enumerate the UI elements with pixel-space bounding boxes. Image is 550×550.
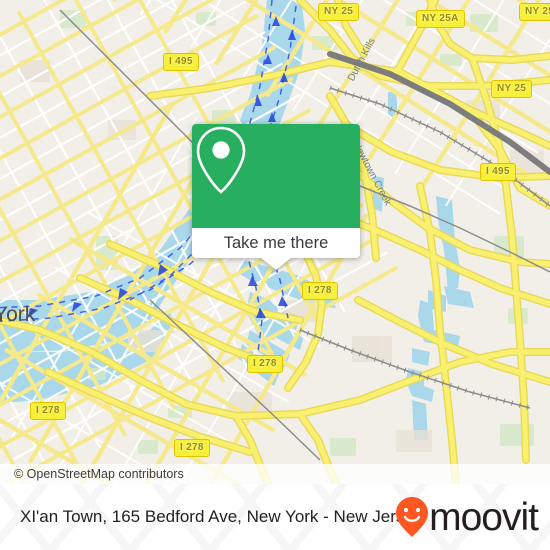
road-shield[interactable]: I 495	[163, 53, 199, 71]
road-shield[interactable]: I 278	[302, 282, 338, 300]
popup-body: Take me there	[192, 124, 360, 258]
location-popup-card[interactable]: Take me there	[192, 124, 360, 270]
map-canvas[interactable]: NY 25 NY 25A NY 25 I 495 NY 25 I 495 I 2…	[0, 0, 550, 484]
road-shield[interactable]: I 278	[30, 402, 66, 420]
page-title: XI'an Town, 165 Bedford Ave, New York - …	[20, 507, 423, 526]
road-shield[interactable]: I 278	[247, 355, 283, 373]
road-shield[interactable]: NY 25	[491, 80, 533, 98]
moovit-brand[interactable]: moovit	[395, 484, 539, 550]
moovit-smiley-pin-icon	[396, 497, 429, 537]
map-attribution[interactable]: © OpenStreetMap contributors	[0, 464, 550, 484]
road-shield[interactable]: I 278	[174, 439, 210, 457]
popup-pointer	[260, 257, 292, 270]
moovit-wordmark: moovit	[429, 495, 539, 539]
place-label-new-york: York	[0, 303, 36, 326]
road-shield[interactable]: NY 25	[519, 3, 550, 21]
moovit-map-page: NY 25 NY 25A NY 25 I 495 NY 25 I 495 I 2…	[0, 0, 550, 550]
road-shield[interactable]: NY 25A	[416, 10, 465, 28]
road-shield[interactable]: NY 25	[318, 3, 360, 21]
map-pin-icon	[196, 126, 246, 194]
road-shield[interactable]: I 495	[480, 163, 516, 181]
footer-bar: XI'an Town, 165 Bedford Ave, New York - …	[0, 484, 550, 550]
popup-header	[192, 124, 360, 228]
take-me-there-button[interactable]: Take me there	[192, 228, 360, 258]
